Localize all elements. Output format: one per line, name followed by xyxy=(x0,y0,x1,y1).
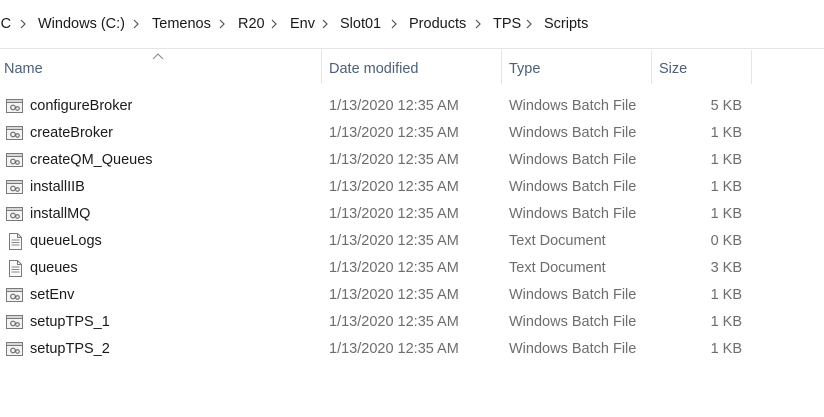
file-row[interactable]: installIIB 1/13/2020 12:35 AM Windows Ba… xyxy=(0,174,760,201)
chevron-right-icon[interactable] xyxy=(524,19,534,29)
batch-file-icon xyxy=(6,207,23,221)
breadcrumb-item-r20[interactable]: R20 xyxy=(238,16,265,32)
file-row[interactable]: installMQ 1/13/2020 12:35 AM Windows Bat… xyxy=(0,201,760,228)
file-name: queueLogs xyxy=(30,233,102,249)
file-name: installMQ xyxy=(30,206,91,222)
batch-file-icon xyxy=(6,288,23,302)
file-type: Text Document xyxy=(509,260,606,276)
file-type: Windows Batch File xyxy=(509,98,637,114)
file-type: Text Document xyxy=(509,233,606,249)
file-type: Windows Batch File xyxy=(509,314,637,330)
batch-file-icon xyxy=(6,342,23,356)
column-header-size[interactable]: Size xyxy=(659,50,749,86)
batch-file-icon xyxy=(6,180,23,194)
column-divider[interactable] xyxy=(321,50,322,84)
column-header-date-modified[interactable]: Date modified xyxy=(329,50,499,86)
breadcrumb-item-products[interactable]: Products xyxy=(409,16,466,32)
text-file-icon xyxy=(9,260,22,277)
file-name: setEnv xyxy=(30,287,75,303)
chevron-right-icon[interactable] xyxy=(320,19,330,29)
file-size: 1 KB xyxy=(710,341,742,357)
file-date-modified: 1/13/2020 12:35 AM xyxy=(329,341,459,357)
file-date-modified: 1/13/2020 12:35 AM xyxy=(329,152,459,168)
file-type: Windows Batch File xyxy=(509,341,637,357)
file-size: 0 KB xyxy=(710,233,742,249)
file-size: 5 KB xyxy=(710,98,742,114)
text-file-icon xyxy=(9,233,22,250)
batch-file-icon xyxy=(6,153,23,167)
file-name: setupTPS_1 xyxy=(30,314,110,330)
file-type: Windows Batch File xyxy=(509,125,637,141)
file-date-modified: 1/13/2020 12:35 AM xyxy=(329,179,459,195)
file-name: setupTPS_2 xyxy=(30,341,110,357)
address-bar[interactable]: PC Windows (C:) Temenos R20 Env Slot01 P… xyxy=(0,0,824,49)
chevron-right-icon[interactable] xyxy=(389,19,399,29)
chevron-right-icon[interactable] xyxy=(473,19,483,29)
file-type: Windows Batch File xyxy=(509,179,637,195)
breadcrumb-item-slot01[interactable]: Slot01 xyxy=(340,16,381,32)
column-header-name[interactable]: Name xyxy=(4,50,320,86)
file-row[interactable]: queues 1/13/2020 12:35 AM Text Document … xyxy=(0,255,760,282)
file-size: 1 KB xyxy=(710,125,742,141)
breadcrumb-item-windows-c[interactable]: Windows (C:) xyxy=(38,16,125,32)
file-size: 1 KB xyxy=(710,152,742,168)
file-date-modified: 1/13/2020 12:35 AM xyxy=(329,98,459,114)
file-date-modified: 1/13/2020 12:35 AM xyxy=(329,287,459,303)
file-size: 1 KB xyxy=(710,287,742,303)
file-size: 3 KB xyxy=(710,260,742,276)
chevron-right-icon[interactable] xyxy=(269,19,279,29)
file-name: installIIB xyxy=(30,179,85,195)
column-header-row: Name Date modified Type Size xyxy=(0,50,824,86)
file-type: Windows Batch File xyxy=(509,152,637,168)
file-row[interactable]: createQM_Queues 1/13/2020 12:35 AM Windo… xyxy=(0,147,760,174)
file-name: createBroker xyxy=(30,125,114,141)
file-name: configureBroker xyxy=(30,98,133,114)
file-name: queues xyxy=(30,260,78,276)
file-size: 1 KB xyxy=(710,206,742,222)
column-divider[interactable] xyxy=(751,50,752,84)
file-row[interactable]: configureBroker 1/13/2020 12:35 AM Windo… xyxy=(0,93,760,120)
batch-file-icon xyxy=(6,315,23,329)
chevron-right-icon[interactable] xyxy=(18,19,28,29)
batch-file-icon xyxy=(6,126,23,140)
breadcrumb-item-tps[interactable]: TPS xyxy=(493,16,521,32)
file-size: 1 KB xyxy=(710,314,742,330)
column-divider[interactable] xyxy=(651,50,652,84)
file-date-modified: 1/13/2020 12:35 AM xyxy=(329,206,459,222)
breadcrumb-item-temenos[interactable]: Temenos xyxy=(152,16,211,32)
file-size: 1 KB xyxy=(710,179,742,195)
file-row[interactable]: setupTPS_2 1/13/2020 12:35 AM Windows Ba… xyxy=(0,336,760,363)
file-date-modified: 1/13/2020 12:35 AM xyxy=(329,125,459,141)
file-date-modified: 1/13/2020 12:35 AM xyxy=(329,260,459,276)
file-row[interactable]: queueLogs 1/13/2020 12:35 AM Text Docume… xyxy=(0,228,760,255)
file-date-modified: 1/13/2020 12:35 AM xyxy=(329,233,459,249)
batch-file-icon xyxy=(6,99,23,113)
file-name: createQM_Queues xyxy=(30,152,153,168)
column-header-type[interactable]: Type xyxy=(509,50,649,86)
chevron-right-icon[interactable] xyxy=(217,19,227,29)
chevron-right-icon[interactable] xyxy=(131,19,141,29)
file-row[interactable]: setEnv 1/13/2020 12:35 AM Windows Batch … xyxy=(0,282,760,309)
file-row[interactable]: setupTPS_1 1/13/2020 12:35 AM Windows Ba… xyxy=(0,309,760,336)
breadcrumb-item-scripts[interactable]: Scripts xyxy=(544,16,588,32)
breadcrumb-item-pc[interactable]: PC xyxy=(0,16,11,32)
file-date-modified: 1/13/2020 12:35 AM xyxy=(329,314,459,330)
file-type: Windows Batch File xyxy=(509,206,637,222)
file-type: Windows Batch File xyxy=(509,287,637,303)
file-list: configureBroker 1/13/2020 12:35 AM Windo… xyxy=(0,93,824,363)
column-divider[interactable] xyxy=(501,50,502,84)
breadcrumb-item-env[interactable]: Env xyxy=(290,16,315,32)
file-row[interactable]: createBroker 1/13/2020 12:35 AM Windows … xyxy=(0,120,760,147)
